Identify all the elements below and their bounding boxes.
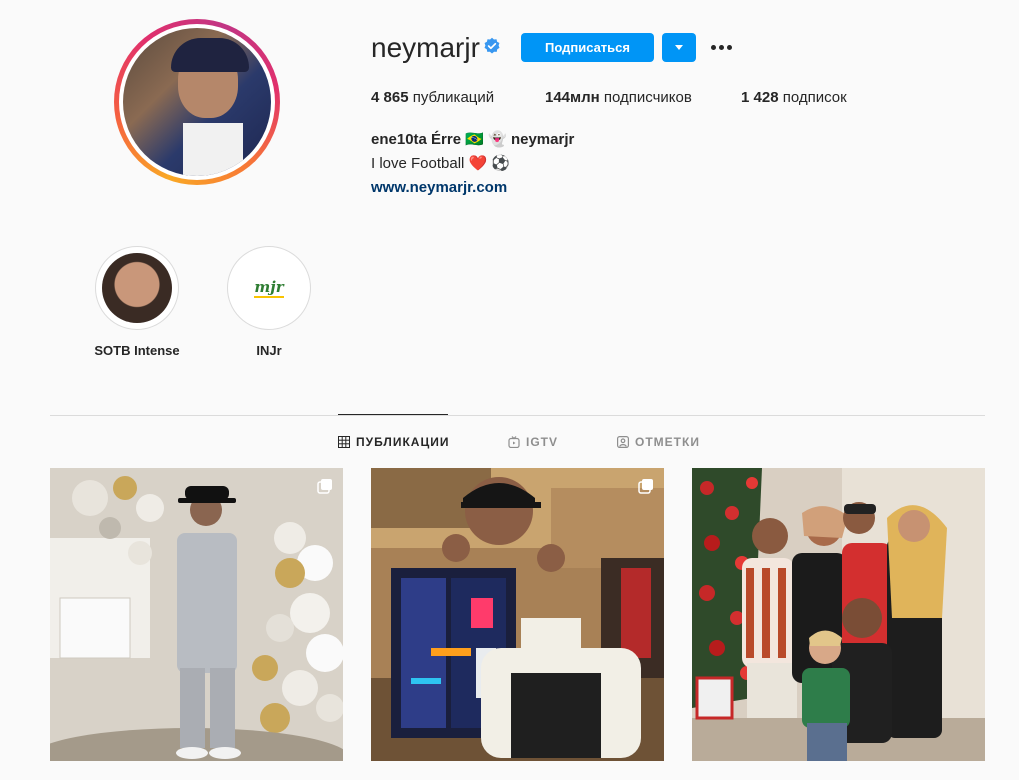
brazil-flag-icon: 🇧🇷 — [465, 131, 484, 148]
highlight-label: SOTB Intense — [94, 343, 180, 358]
avatar-border — [119, 24, 275, 180]
ghost-icon: 👻 — [488, 131, 507, 148]
post-image — [692, 468, 985, 761]
post-image — [50, 468, 343, 761]
posts-label: публикаций — [412, 89, 495, 106]
avatar-photo — [123, 28, 271, 176]
posts-count: 4 865 — [371, 89, 409, 106]
bio-mention-link[interactable]: neymarjr — [511, 131, 574, 148]
grid-icon — [338, 436, 350, 448]
bio-link-line: www.neymarjr.com — [371, 176, 574, 200]
follow-button[interactable]: Подписаться — [521, 33, 654, 62]
profile-avatar[interactable] — [114, 19, 280, 185]
highlight-sotb-intense[interactable]: SOTB Intense — [82, 246, 192, 358]
following-label: подписок — [782, 89, 847, 106]
post-image — [371, 468, 664, 761]
igtv-icon — [508, 436, 520, 448]
avatar-cap — [171, 38, 249, 72]
more-dot-icon — [718, 44, 724, 50]
tab-tagged[interactable]: ОТМЕТКИ — [617, 435, 700, 449]
tagged-icon — [617, 436, 629, 448]
bio-name-line: ene10ta Érre 🇧🇷 👻 neymarjr — [371, 128, 574, 152]
highlight-cover — [102, 253, 172, 323]
multiple-posts-icon — [317, 479, 332, 494]
more-dot-icon — [710, 44, 716, 50]
highlight-ring — [95, 246, 179, 330]
heart-icon: ❤️ — [468, 155, 488, 172]
bio-text: I love Football — [371, 155, 465, 172]
suggested-dropdown-button[interactable] — [662, 33, 696, 62]
bio-text-line: I love Football ❤️ ⚽ — [371, 152, 574, 176]
full-name: ene10ta Érre — [371, 131, 462, 148]
tab-label: IGTV — [526, 435, 559, 449]
post-thumbnail[interactable] — [692, 468, 985, 761]
profile-bio: ene10ta Érre 🇧🇷 👻 neymarjr I love Footba… — [371, 128, 574, 200]
post-thumbnail[interactable] — [50, 468, 343, 761]
highlight-cover: mjr — [234, 253, 304, 323]
avatar-shirt — [183, 123, 243, 176]
highlight-label: INJr — [256, 343, 282, 358]
followers-label: подписчиков — [603, 89, 692, 106]
verified-badge-icon — [484, 37, 500, 54]
tab-label: ПУБЛИКАЦИИ — [356, 435, 450, 449]
followers-stat[interactable]: 144млн подписчиков — [545, 89, 692, 107]
caret-down-icon — [675, 44, 683, 50]
post-thumbnail[interactable] — [371, 468, 664, 761]
tab-posts[interactable]: ПУБЛИКАЦИИ — [338, 435, 449, 449]
website-link[interactable]: www.neymarjr.com — [371, 179, 507, 196]
followers-count: 144млн — [545, 89, 600, 106]
following-count: 1 428 — [741, 89, 779, 106]
tab-igtv[interactable]: IGTV — [508, 435, 558, 449]
more-dot-icon — [726, 44, 732, 50]
active-tab-indicator — [338, 414, 448, 415]
soccer-ball-icon: ⚽ — [491, 155, 511, 172]
more-options-button[interactable] — [708, 37, 734, 57]
injr-logo: mjr — [254, 278, 284, 298]
following-stat[interactable]: 1 428 подписок — [741, 89, 847, 107]
tabs-divider — [50, 415, 985, 416]
username: neymarjr — [371, 32, 480, 63]
posts-stat: 4 865 публикаций — [371, 89, 494, 107]
highlight-injr[interactable]: mjr INJr — [214, 246, 324, 358]
multiple-posts-icon — [638, 479, 653, 494]
tab-label: ОТМЕТКИ — [635, 435, 700, 449]
highlight-ring: mjr — [227, 246, 311, 330]
